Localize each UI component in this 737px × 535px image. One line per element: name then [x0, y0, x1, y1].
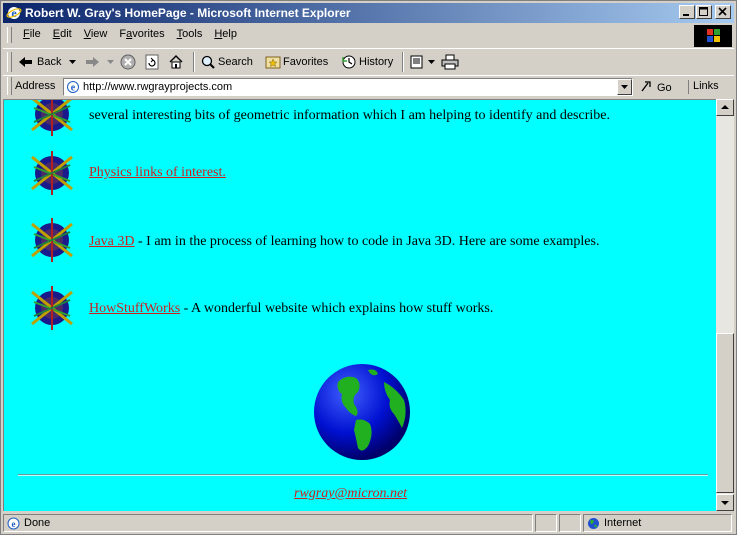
svg-text:e: e	[11, 6, 17, 20]
status-pane	[559, 514, 581, 532]
history-button[interactable]: History	[341, 53, 393, 71]
favorites-label: Favorites	[283, 56, 329, 68]
list-item-text: - I am in the process of learning how to…	[134, 234, 600, 249]
status-bar: e Done Internet	[3, 513, 734, 533]
go-arrow-icon	[640, 79, 654, 96]
menu-tools[interactable]: Tools	[171, 28, 209, 40]
horizontal-rule	[18, 474, 708, 476]
back-button[interactable]: Back	[17, 53, 77, 71]
list-item: HowStuffWorks - A wonderful website whic…	[89, 301, 493, 317]
title-bar[interactable]: e Robert W. Gray's HomePage - Microsoft …	[3, 3, 734, 23]
menu-favorites[interactable]: Favorites	[113, 28, 170, 40]
partial-link-underline[interactable]	[89, 99, 269, 100]
address-label: Address	[15, 80, 56, 92]
back-arrow-icon	[17, 55, 35, 69]
favorites-icon	[265, 54, 281, 70]
page-icon: e	[66, 80, 80, 94]
internet-zone-icon	[587, 517, 600, 530]
bullet-graphic-icon	[26, 100, 78, 140]
search-icon	[200, 54, 216, 70]
address-url[interactable]: http://www.rwgrayprojects.com	[83, 81, 232, 93]
mail-icon	[409, 54, 425, 70]
status-pane	[535, 514, 557, 532]
search-label: Search	[218, 56, 253, 68]
bullet-graphic-icon	[26, 214, 78, 266]
toolbar-separator	[402, 52, 404, 72]
status-text: Done	[24, 517, 51, 529]
list-item: Physics links of interest.	[89, 165, 226, 181]
minimize-button[interactable]	[679, 5, 695, 19]
forward-dropdown-icon[interactable]	[107, 60, 114, 64]
page-viewport: several interesting bits of geometric in…	[3, 99, 716, 511]
status-main-pane: e Done	[3, 514, 533, 532]
list-item: Java 3D - I am in the process of learnin…	[89, 234, 599, 250]
home-button[interactable]	[168, 53, 184, 71]
menu-view[interactable]: View	[78, 28, 114, 40]
list-item-text: - A wonderful website which explains how…	[180, 301, 494, 316]
scroll-thumb[interactable]	[716, 333, 734, 493]
home-icon	[168, 54, 184, 70]
standard-toolbar: Back Search Favorites History	[3, 48, 734, 75]
links-button[interactable]: Links	[688, 80, 719, 94]
toolbar-grip[interactable]	[7, 52, 12, 72]
forward-button[interactable]	[83, 53, 114, 71]
forward-arrow-icon	[83, 55, 101, 69]
svg-text:e: e	[71, 83, 76, 94]
address-dropdown-button[interactable]	[617, 79, 632, 95]
address-input[interactable]: e http://www.rwgrayprojects.com	[63, 78, 633, 96]
page-content: several interesting bits of geometric in…	[4, 100, 716, 511]
vertical-scrollbar[interactable]	[716, 99, 734, 511]
address-grip[interactable]	[7, 77, 12, 95]
close-button[interactable]	[715, 5, 731, 19]
go-button[interactable]: Go	[640, 79, 672, 96]
bullet-graphic-icon	[26, 147, 78, 199]
zone-text: Internet	[604, 517, 642, 529]
scroll-up-button[interactable]	[716, 99, 734, 116]
history-icon	[341, 54, 357, 70]
menu-grip[interactable]	[7, 27, 12, 43]
stop-icon	[120, 54, 136, 70]
address-bar: Address e http://www.rwgrayprojects.com …	[3, 75, 734, 98]
search-button[interactable]: Search	[200, 53, 253, 71]
toolbar-separator	[193, 52, 195, 72]
back-dropdown-icon[interactable]	[69, 60, 77, 64]
maximize-button[interactable]	[696, 5, 712, 19]
refresh-icon	[144, 54, 160, 70]
page-done-icon: e	[7, 517, 20, 530]
menu-help[interactable]: Help	[208, 28, 243, 40]
scroll-down-button[interactable]	[716, 494, 734, 511]
ie-logo-icon: e	[6, 5, 22, 21]
back-label: Back	[37, 56, 62, 68]
history-label: History	[359, 56, 394, 68]
physics-links-link[interactable]: Physics links of interest.	[89, 165, 226, 180]
bullet-graphic-icon	[26, 282, 78, 334]
print-button[interactable]	[441, 53, 459, 71]
menu-bar: File Edit View Favorites Tools Help	[3, 25, 734, 47]
status-zone-pane: Internet	[583, 514, 732, 532]
list-item-text: several interesting bits of geometric in…	[89, 108, 610, 123]
print-icon	[441, 54, 459, 70]
go-label: Go	[657, 81, 672, 94]
java-3d-link[interactable]: Java 3D	[89, 234, 135, 249]
mail-button[interactable]	[409, 53, 435, 71]
menu-edit[interactable]: Edit	[47, 28, 78, 40]
browser-window: e Robert W. Gray's HomePage - Microsoft …	[0, 0, 737, 535]
favorites-button[interactable]: Favorites	[265, 53, 328, 71]
stop-button[interactable]	[120, 53, 136, 71]
globe-image	[312, 362, 412, 462]
window-title: Robert W. Gray's HomePage - Microsoft In…	[25, 6, 351, 20]
menu-file[interactable]: File	[17, 28, 47, 40]
email-link[interactable]: rwgray@micron.net	[294, 486, 407, 502]
howstuffworks-link[interactable]: HowStuffWorks	[89, 301, 180, 316]
windows-logo-icon	[694, 25, 732, 47]
mail-dropdown-icon[interactable]	[428, 60, 435, 64]
refresh-button[interactable]	[144, 53, 160, 71]
svg-text:e: e	[12, 519, 16, 529]
